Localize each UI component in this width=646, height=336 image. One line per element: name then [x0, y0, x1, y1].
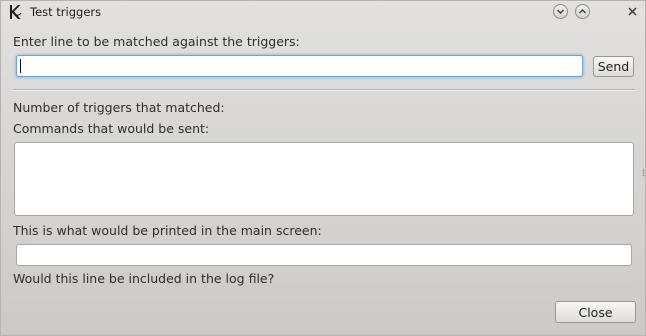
matched-count-label: Number of triggers that matched: — [13, 100, 225, 115]
resize-grip-icon[interactable] — [642, 165, 645, 177]
maximize-icon[interactable] — [575, 4, 590, 19]
minimize-icon[interactable] — [553, 4, 568, 19]
printed-output-field[interactable] — [16, 244, 632, 266]
commands-label: Commands that would be sent: — [13, 121, 210, 136]
close-button[interactable]: Close — [555, 301, 636, 323]
test-triggers-dialog: Test triggers Enter line to be matched a… — [0, 0, 646, 336]
send-button[interactable]: Send — [593, 56, 634, 77]
line-input[interactable] — [16, 55, 583, 77]
text-cursor — [20, 59, 21, 73]
commands-output[interactable] — [14, 142, 634, 216]
title-bar[interactable]: Test triggers — [1, 1, 645, 23]
close-icon[interactable] — [625, 4, 640, 19]
printed-label: This is what would be printed in the mai… — [13, 223, 322, 238]
enter-line-label: Enter line to be matched against the tri… — [13, 34, 300, 49]
log-file-label: Would this line be included in the log f… — [13, 271, 275, 286]
window-title: Test triggers — [30, 5, 102, 19]
kde-app-icon[interactable] — [7, 4, 23, 20]
separator — [13, 89, 635, 91]
